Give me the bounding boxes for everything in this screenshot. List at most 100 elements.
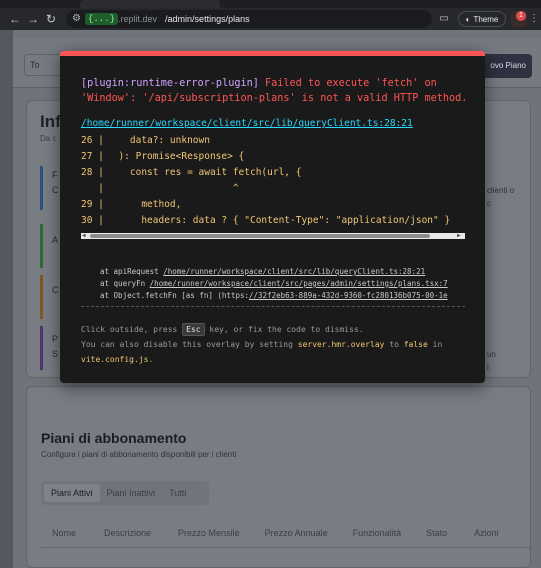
new-plan-label: ovo Piano (490, 61, 526, 70)
code-line: 28 | const res = await fetch(url, { (81, 165, 465, 181)
column-header: Prezzo Mensile (178, 528, 240, 538)
column-header: Stato (426, 528, 448, 538)
info-accent-bar (40, 275, 43, 319)
tab-inactive-plans[interactable]: Piani Inattivi (100, 484, 163, 502)
code-line: 29 | method, (81, 197, 465, 213)
code-text: ): Promise<Response> { (107, 151, 245, 162)
scroll-right-icon[interactable]: ▶ (457, 233, 465, 239)
code-scrollbar-thumb[interactable] (90, 234, 430, 238)
code-text: const res = await fetch(url, { (107, 167, 302, 178)
overlay-divider (81, 306, 465, 307)
info-card-title: Inf (40, 112, 61, 131)
theme-button[interactable]: ◐ Theme (458, 11, 506, 27)
error-file-link[interactable]: /home/runner/workspace/client/src/lib/qu… (81, 118, 413, 129)
host-pill: {...} (85, 13, 119, 25)
url-path: /admin/settings/plans (165, 14, 250, 24)
tip-false: false (403, 340, 428, 349)
info-side-text: un (487, 350, 496, 359)
error-message-line-1: Failed to execute 'fetch' on (258, 78, 437, 89)
code-text: data?: unknown (107, 135, 210, 146)
line-number: 26 | (81, 135, 104, 146)
column-header: Descrizione (104, 528, 152, 538)
info-card-subtitle: Da c (40, 134, 57, 143)
column-header: Funzionalità (352, 528, 402, 538)
stack-prefix: at apiRequest (100, 267, 164, 276)
info-item-label: A (52, 235, 59, 245)
code-text: method, (107, 199, 182, 210)
cast-icon[interactable]: ▭ (437, 12, 451, 26)
stack-link[interactable]: /home/runner/workspace/client/src/lib/qu… (163, 267, 425, 276)
tip-text: You can also disable this overlay by set… (81, 340, 298, 349)
plans-tabs: Piani Attivi Piani Inattivi Tutti (41, 481, 209, 505)
back-label: To (30, 60, 40, 70)
stack-trace: at apiRequest /home/runner/workspace/cli… (100, 266, 464, 302)
line-number: 28 | (81, 167, 104, 178)
tab-active-plans[interactable]: Piani Attivi (44, 484, 100, 502)
host-domain: .replit.dev (118, 14, 158, 24)
code-line: 27 | ): Promise<Response> { (81, 149, 465, 165)
tip-text: to (384, 340, 404, 349)
line-number: 29 | (81, 199, 104, 210)
error-overlay[interactable]: [plugin:runtime-error-plugin] Failed to … (60, 51, 485, 383)
notification-badge: 1 (516, 11, 526, 21)
error-message-line-2: 'Window': '/api/subscription-plans' is n… (81, 93, 468, 104)
error-plugin: [plugin:runtime-error-plugin] (81, 78, 259, 89)
scroll-left-icon[interactable]: ◀ (82, 233, 90, 239)
stack-line: at Object.fetchFn [as fn] (https://32f2e… (100, 290, 464, 302)
code-frame: 26 | data?: unknown 27 | ): Promise<Resp… (81, 133, 465, 233)
table-header: Nome Descrizione Prezzo Mensile Prezzo A… (41, 528, 531, 548)
stack-link[interactable]: /home/runner/workspace/client/src/pages/… (150, 279, 448, 288)
browser-tab[interactable] (80, 0, 220, 8)
address-bar[interactable]: ⚙ {...} .replit.dev /admin/settings/plan… (66, 10, 432, 28)
stack-prefix: at queryFn (100, 279, 150, 288)
stack-line: at apiRequest /home/runner/workspace/cli… (100, 266, 464, 278)
reload-icon[interactable]: ↻ (42, 10, 60, 28)
info-item-label: S (52, 349, 59, 359)
info-side-text: clienti o (487, 186, 515, 195)
stack-link[interactable]: //32f2eb63-889a-432d-9360-fc280136b075-0… (249, 291, 448, 300)
column-header: Nome (52, 528, 77, 538)
code-line: 26 | data?: unknown (81, 133, 465, 149)
back-arrow-icon[interactable]: ← (6, 10, 24, 28)
code-text: headers: data ? { "Content-Type": "appli… (107, 215, 451, 226)
site-info-icon[interactable]: ⚙ (72, 14, 82, 24)
info-accent-bar (40, 166, 43, 210)
info-item-label: C (52, 285, 59, 295)
stack-prefix: at Object.fetchFn [as fn] (https: (100, 291, 250, 300)
line-number: 27 | (81, 151, 104, 162)
code-line: 30 | headers: data ? { "Content-Type": "… (81, 213, 465, 229)
column-header: Prezzo Annuale (264, 528, 328, 538)
forward-arrow-icon[interactable]: → (24, 10, 42, 28)
palette-icon: ◐ (465, 14, 471, 24)
error-message: [plugin:runtime-error-plugin] Failed to … (81, 76, 468, 106)
stack-line: at queryFn /home/runner/workspace/client… (100, 278, 464, 290)
code-text: ^ (107, 183, 239, 194)
theme-label: Theme (473, 14, 499, 24)
info-side-text: c (487, 199, 491, 208)
info-accent-bar (40, 224, 43, 268)
plans-subtitle: Configura i piani di abbonamento disponi… (41, 450, 237, 459)
info-item-label: C (52, 185, 59, 195)
line-number: 30 | (81, 215, 104, 226)
esc-key: Esc (182, 323, 205, 336)
menu-icon[interactable]: ⋮ (527, 12, 541, 26)
info-accent-bar (40, 326, 43, 370)
tab-strip (0, 0, 541, 8)
tip-text: key, or fix the code to dismiss. (204, 325, 364, 334)
tab-all-plans[interactable]: Tutti (162, 484, 193, 502)
tip-text: Click outside, press (81, 325, 183, 334)
overlay-tip: Click outside, press Esc key, or fix the… (81, 322, 442, 367)
browser-toolbar: ← → ↻ ⚙ {...} .replit.dev /admin/setting… (0, 8, 541, 30)
tip-text: in (427, 340, 443, 349)
info-side-text: i (487, 363, 489, 372)
plans-title: Piani di abbonamento (41, 430, 187, 446)
line-number: | (81, 183, 104, 194)
column-header: Azioni (474, 528, 499, 538)
info-item-label: P (52, 334, 59, 344)
tip-text: . (148, 355, 154, 364)
sidebar (0, 30, 13, 568)
code-line: | ^ (81, 181, 465, 197)
info-item-label: F (52, 170, 58, 180)
tip-setting: server.hmr.overlay (297, 340, 385, 349)
tip-file: vite.config.js (81, 355, 149, 364)
